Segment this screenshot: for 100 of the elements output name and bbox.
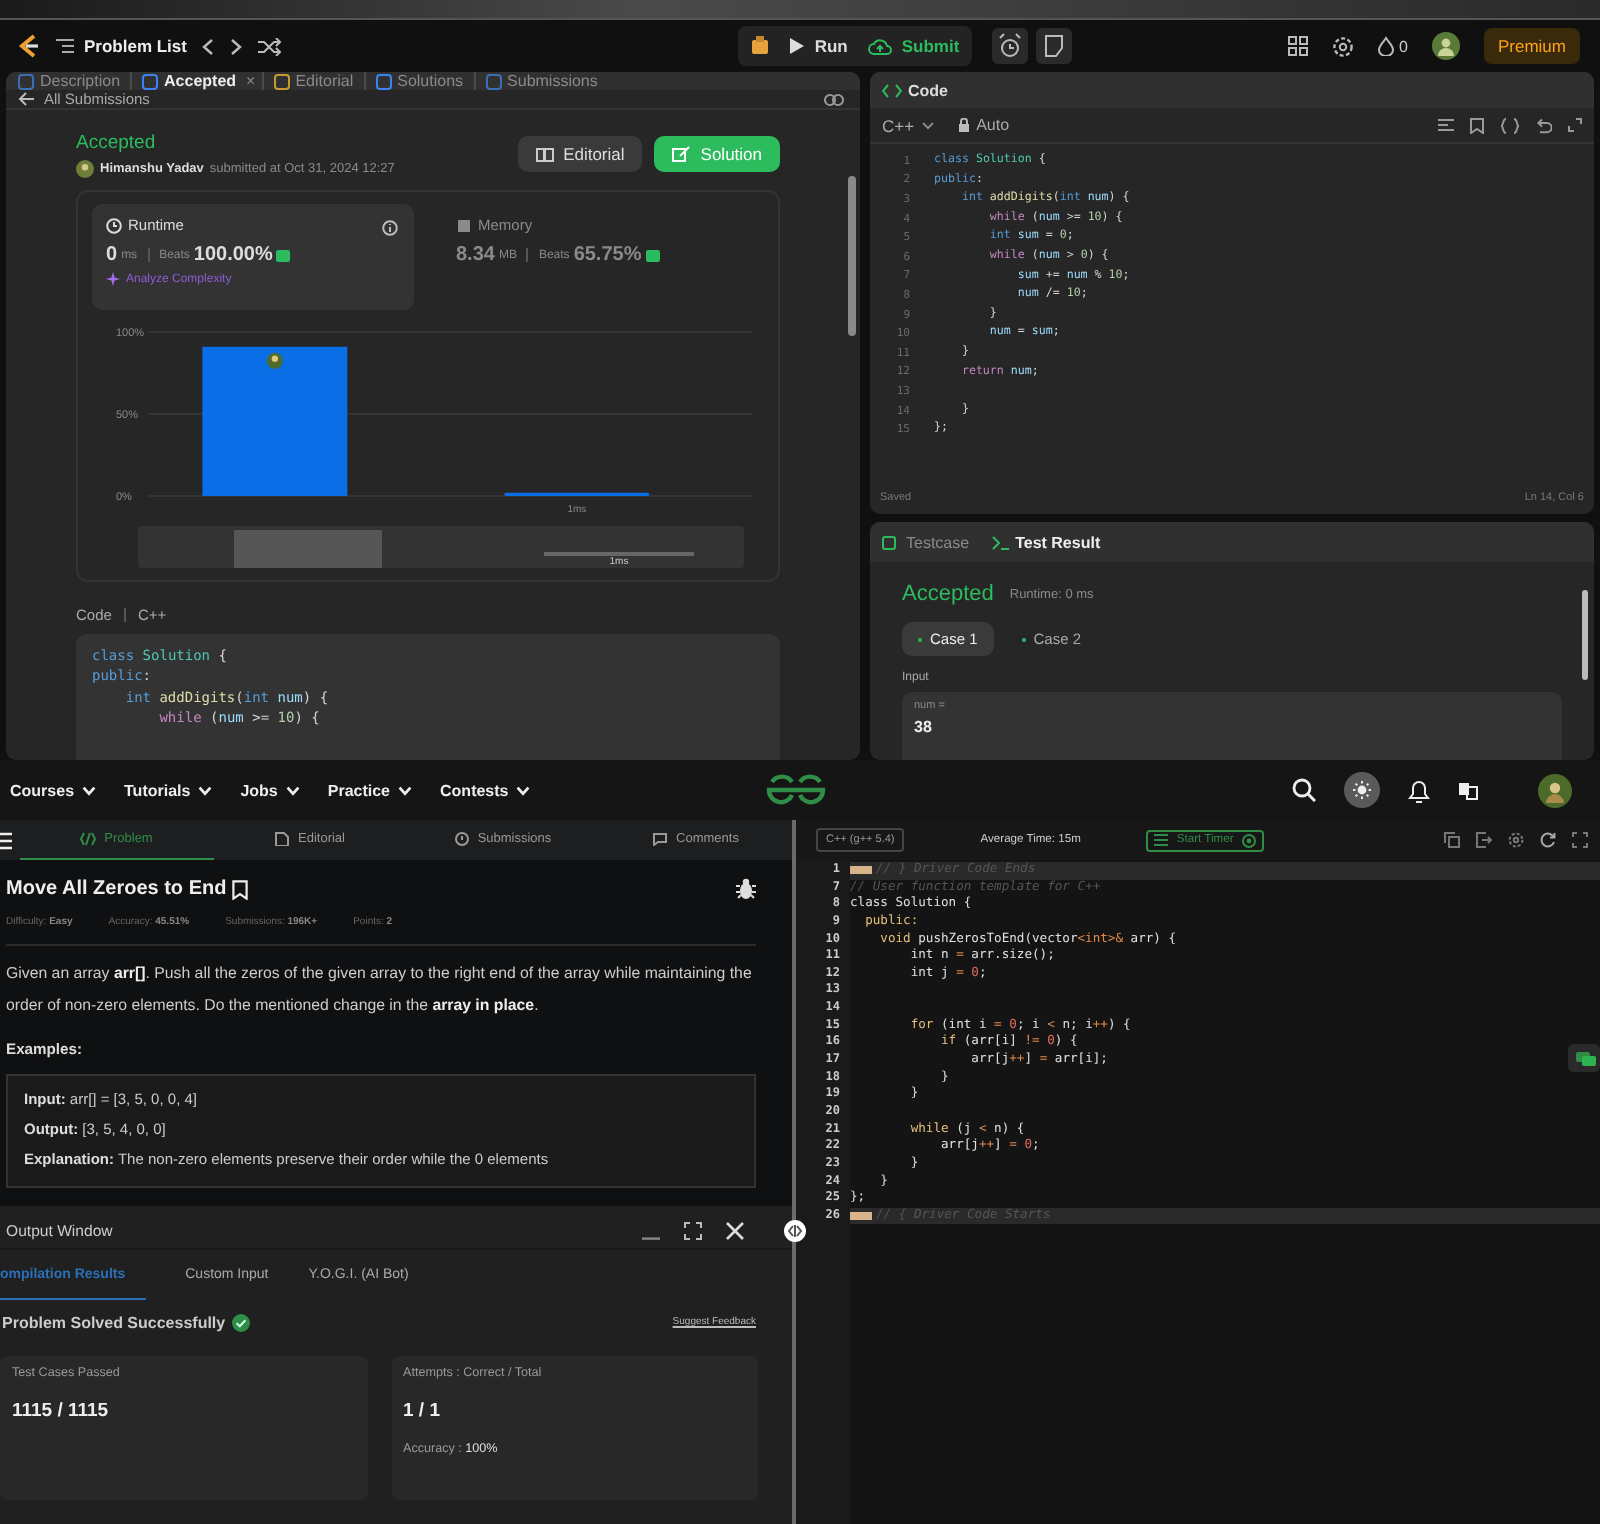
problem-title: Move All Zeroes to End [6, 878, 227, 900]
range-handle[interactable] [234, 530, 382, 568]
chevron-down-icon [198, 785, 213, 795]
status-text: Accepted [76, 131, 158, 153]
tab-icon [274, 832, 290, 846]
terminal-icon [991, 535, 1010, 549]
tab-icon [453, 832, 470, 846]
result-message: Problem Solved Successfully [2, 1313, 226, 1331]
check-circle-icon [231, 1313, 250, 1331]
settings-icon[interactable] [1508, 832, 1524, 848]
fold-marker[interactable] [850, 866, 872, 875]
nav-menu[interactable]: Contests [440, 781, 531, 799]
list-icon [56, 38, 74, 54]
fold-marker[interactable] [850, 1212, 872, 1221]
chevron-down-icon [398, 785, 413, 795]
flame-icon [1377, 36, 1394, 56]
settings-icon[interactable] [1331, 35, 1354, 57]
chat-icon[interactable] [1568, 1044, 1600, 1072]
panel-title: Code [908, 81, 948, 99]
chevron-down-icon [82, 785, 97, 795]
tab-icon [485, 73, 502, 89]
tab[interactable]: Test Result [991, 533, 1101, 551]
code-icon [882, 83, 902, 97]
export-icon[interactable] [1476, 832, 1492, 848]
play-icon [790, 38, 805, 54]
cloud-upload-icon [867, 37, 892, 55]
translate-icon[interactable] [1458, 781, 1478, 799]
braces-icon[interactable] [1500, 117, 1520, 133]
copy-icon[interactable] [1444, 832, 1460, 848]
format-icon[interactable] [1438, 117, 1454, 133]
list-icon [1154, 834, 1169, 846]
card-value: 1115 / 1115 [12, 1400, 111, 1422]
menu-icon[interactable] [0, 831, 12, 849]
nav-menu[interactable]: Courses [10, 781, 97, 799]
avatar-icon[interactable] [1431, 32, 1460, 60]
tab[interactable]: Solutions [371, 72, 468, 90]
card-value: 1 / 1 [403, 1400, 442, 1422]
language-dropdown[interactable]: C++ [882, 115, 935, 135]
avatar-icon [266, 352, 283, 369]
link-icon[interactable] [824, 91, 844, 107]
tab-icon [142, 73, 159, 89]
tab-icon [80, 832, 97, 846]
nav-menu[interactable]: Jobs [240, 781, 300, 799]
expand-icon[interactable] [1568, 118, 1582, 132]
logo-icon[interactable] [16, 32, 40, 60]
chevron-down-icon [516, 785, 531, 795]
submit-button[interactable]: Submit [867, 36, 960, 56]
fullscreen-icon[interactable] [684, 1221, 702, 1239]
nav-menu[interactable]: Practice [327, 781, 413, 799]
beats-percent: 100.00% [193, 244, 273, 266]
close-icon[interactable] [726, 1221, 744, 1239]
tab-icon [375, 73, 392, 89]
tab-icon [18, 73, 34, 89]
verdict-text: Accepted [902, 582, 994, 606]
clock-icon [106, 217, 122, 233]
beats-percent: 65.75% [573, 244, 642, 266]
back-arrow-icon [18, 92, 34, 106]
chevron-down-icon [285, 785, 300, 795]
edit-icon [672, 146, 691, 162]
book-icon [535, 146, 554, 162]
tab[interactable]: Accepted [138, 72, 241, 90]
bell-icon[interactable] [1408, 777, 1430, 803]
play-circle-icon [1241, 833, 1256, 847]
problem-list-button[interactable]: Problem List [56, 36, 187, 56]
metric-value: 0 [106, 244, 118, 266]
lock-icon [958, 118, 971, 132]
info-icon[interactable] [382, 220, 398, 236]
editorial-button[interactable]: Editorial [517, 136, 643, 172]
tab-icon [273, 73, 290, 89]
streak-count: 0 [1399, 37, 1408, 55]
bug-icon[interactable] [736, 878, 756, 900]
tab-icon [652, 832, 669, 846]
chevron-down-icon [922, 121, 935, 129]
avatar-icon[interactable] [1538, 773, 1572, 807]
debug-icon[interactable] [750, 36, 771, 56]
tab[interactable]: Testcase [882, 533, 970, 551]
tab[interactable]: Description [14, 72, 125, 90]
undo-icon[interactable] [1536, 117, 1552, 133]
alarm-icon[interactable] [991, 28, 1028, 64]
tab[interactable]: Editorial [269, 72, 358, 90]
search-icon[interactable] [1292, 778, 1316, 802]
metric-value: 8.34 [456, 244, 495, 266]
shuffle-icon[interactable] [258, 37, 283, 55]
checkbox-icon [882, 535, 900, 549]
nav-menu[interactable]: Tutorials [124, 781, 213, 799]
premium-button[interactable]: Premium [1483, 28, 1580, 64]
fullscreen-icon[interactable] [1572, 832, 1588, 848]
reset-icon[interactable] [1540, 832, 1556, 848]
layout-icon[interactable] [1287, 36, 1308, 56]
mode-label: Auto [976, 116, 1010, 134]
parameter-value: 38 [914, 718, 934, 736]
back-icon[interactable] [202, 37, 215, 55]
run-button[interactable]: Run [790, 36, 848, 56]
theme-toggle-icon[interactable] [1344, 772, 1380, 808]
avatar-icon [76, 159, 94, 177]
forward-icon[interactable] [230, 37, 243, 55]
sparkle-icon [106, 272, 120, 286]
close-tab-button[interactable]: × [246, 72, 256, 90]
note-icon[interactable] [1035, 28, 1072, 64]
tab[interactable]: Submissions [481, 72, 602, 90]
